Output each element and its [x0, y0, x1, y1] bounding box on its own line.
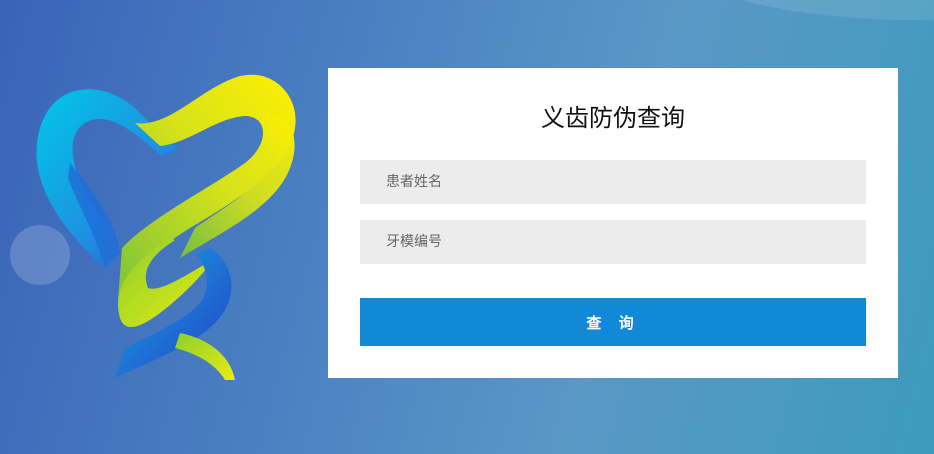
- form-title: 义齿防伪查询: [541, 104, 685, 132]
- background-arc: [560, 0, 934, 20]
- heart-ribbon-logo-icon: [36, 74, 296, 380]
- login-page: 义齿防伪查询 查 询: [0, 0, 934, 454]
- query-card: 义齿防伪查询 查 询: [328, 68, 898, 378]
- patient-name-input[interactable]: [360, 160, 866, 204]
- mold-number-input[interactable]: [360, 220, 866, 264]
- query-button[interactable]: 查 询: [360, 298, 866, 346]
